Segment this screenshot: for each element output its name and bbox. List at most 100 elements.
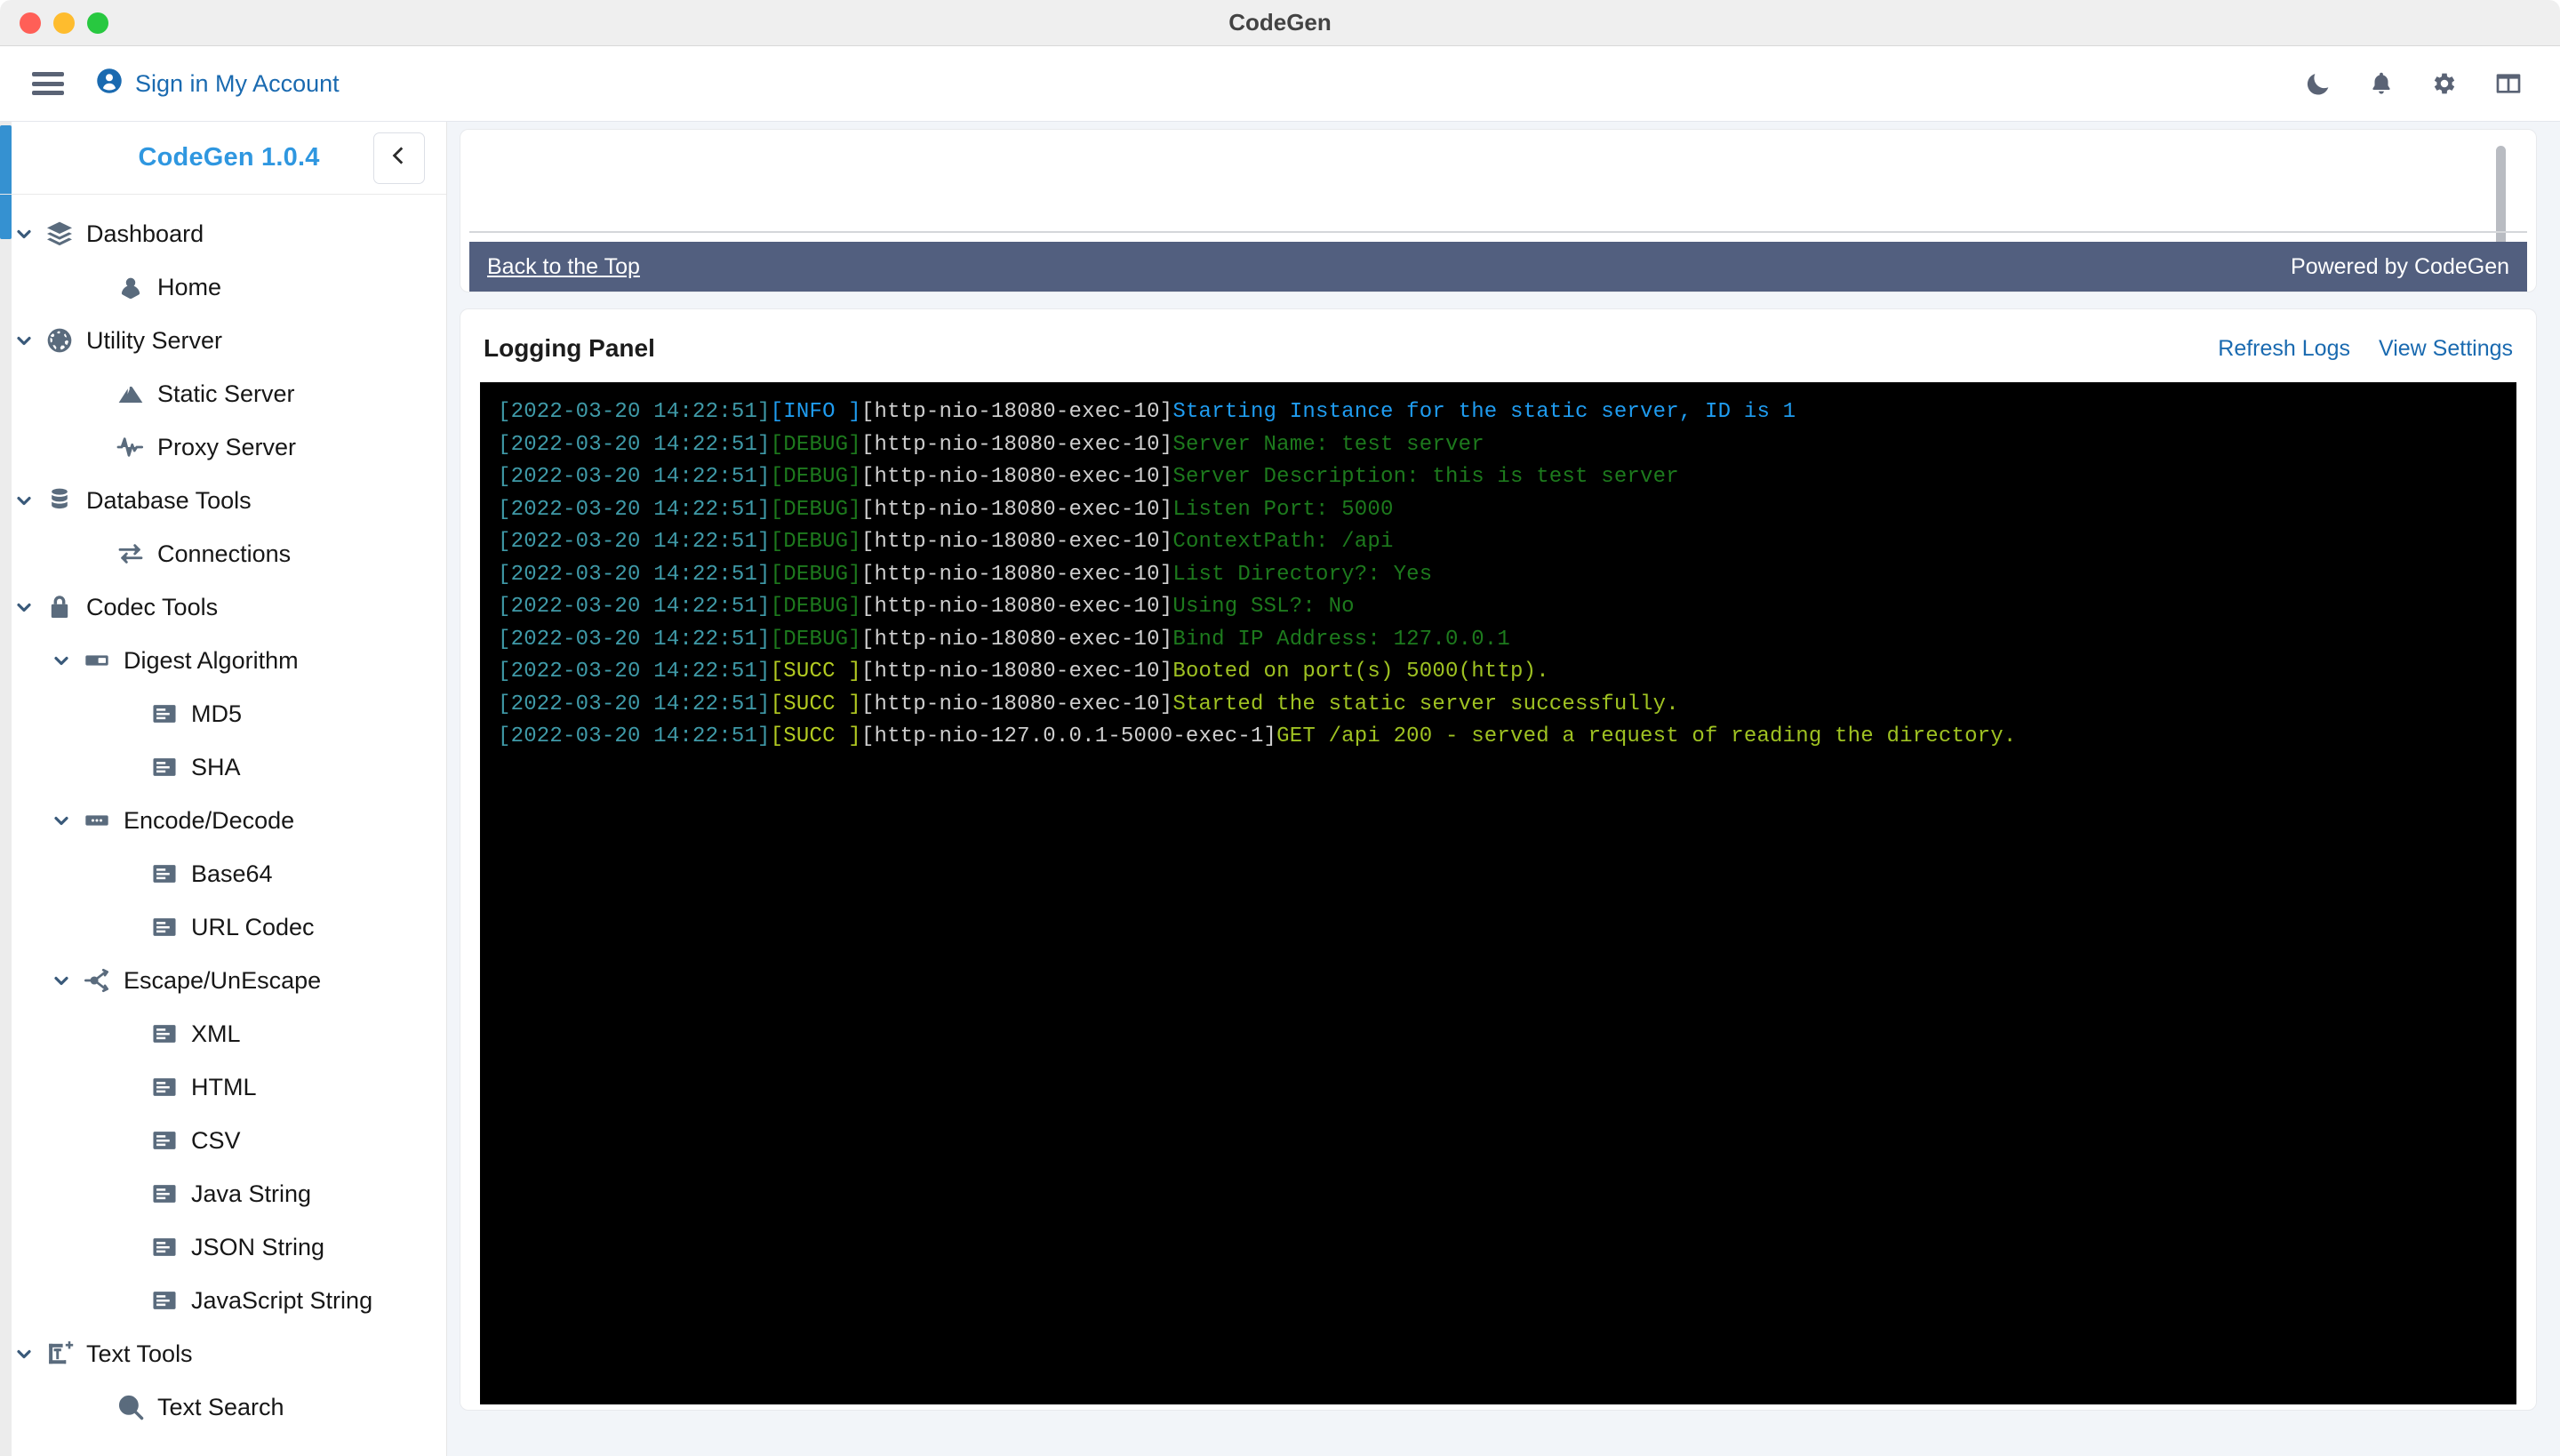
article-icon xyxy=(149,752,180,782)
sidebar-item-encode-decode[interactable]: Encode/Decode xyxy=(0,794,446,847)
ellipsis-box-icon xyxy=(82,805,112,836)
log-timestamp: [2022-03-20 14:22:51] xyxy=(498,465,771,489)
preview-card-scrollbar-thumb[interactable] xyxy=(2496,146,2506,252)
sidebar-item-escape-unescape[interactable]: Escape/UnEscape xyxy=(0,954,446,1007)
chevron-down-icon[interactable] xyxy=(11,594,37,620)
sidebar-header: CodeGen 1.0.4 xyxy=(0,122,446,195)
chevron-down-icon[interactable] xyxy=(48,647,75,674)
chevron-down-icon[interactable] xyxy=(11,220,37,247)
article-icon xyxy=(149,1072,180,1102)
sidebar-item-label: Static Server xyxy=(157,380,295,407)
app-body: CodeGen 1.0.4 Dashboard Home Utility Serve… xyxy=(0,122,2560,1456)
sidebar-item-database-tools[interactable]: Database Tools xyxy=(0,474,446,527)
caret-spacer xyxy=(82,380,108,407)
preview-footer-bar: Back to the Top Powered by CodeGen xyxy=(469,242,2527,292)
log-thread: [http-nio-18080-exec-10] xyxy=(860,497,1173,522)
sidebar-item-label: Java String xyxy=(191,1180,312,1207)
preview-card: Back to the Top Powered by CodeGen xyxy=(460,129,2537,292)
chevron-down-icon[interactable] xyxy=(11,327,37,354)
sidebar-item-connections[interactable]: Connections xyxy=(0,527,446,580)
sidebar-item-label: Base64 xyxy=(191,860,273,887)
log-timestamp: [2022-03-20 14:22:51] xyxy=(498,627,771,652)
sidebar-item-dashboard[interactable]: Dashboard xyxy=(0,207,446,260)
sidebar-item-home[interactable]: Home xyxy=(0,260,446,314)
bell-icon[interactable] xyxy=(2368,69,2395,98)
sidebar-item-proxy-server[interactable]: Proxy Server xyxy=(0,420,446,474)
sidebar-item-label: Home xyxy=(157,273,222,300)
chevron-down-icon[interactable] xyxy=(48,807,75,834)
chevron-down-icon[interactable] xyxy=(48,967,75,994)
log-timestamp: [2022-03-20 14:22:51] xyxy=(498,400,771,424)
sidebar-item-md5[interactable]: MD5 xyxy=(0,687,446,740)
sidebar-item-url-codec[interactable]: URL Codec xyxy=(0,900,446,954)
content-scrollbar[interactable] xyxy=(2548,122,2560,1456)
log-timestamp: [2022-03-20 14:22:51] xyxy=(498,432,771,457)
sidebar-item-json-string[interactable]: JSON String xyxy=(0,1220,446,1274)
navbar-icon-group xyxy=(2304,69,2523,98)
log-level: [DEBUG] xyxy=(770,627,861,652)
log-line: [2022-03-20 14:22:51][DEBUG][http-nio-18… xyxy=(498,591,2516,624)
log-timestamp: [2022-03-20 14:22:51] xyxy=(498,497,771,522)
sidebar-item-utility-server[interactable]: Utility Server xyxy=(0,314,446,367)
sidebar-item-text-search[interactable]: Text Search xyxy=(0,1380,446,1434)
database-icon xyxy=(44,485,75,516)
sign-in-account-link[interactable]: Sign in My Account xyxy=(96,68,340,100)
back-to-top-link[interactable]: Back to the Top xyxy=(487,254,640,280)
sidebar-item-label: Encode/Decode xyxy=(124,806,295,834)
sidebar-item-base64[interactable]: Base64 xyxy=(0,847,446,900)
log-level: [SUCC ] xyxy=(770,692,861,716)
log-timestamp: [2022-03-20 14:22:51] xyxy=(498,692,771,716)
sidebar-item-xml[interactable]: XML xyxy=(0,1007,446,1060)
window-titlebar: CodeGen xyxy=(0,0,2560,46)
hamburger-icon[interactable] xyxy=(32,72,64,95)
sidebar-collapse-button[interactable] xyxy=(373,132,425,184)
log-timestamp: [2022-03-20 14:22:51] xyxy=(498,724,771,748)
sidebar-item-text-tools[interactable]: Text Tools xyxy=(0,1327,446,1380)
log-timestamp: [2022-03-20 14:22:51] xyxy=(498,595,771,619)
chevron-down-icon[interactable] xyxy=(11,1340,37,1367)
log-message: GET /api 200 - served a request of readi… xyxy=(1276,724,2017,748)
caret-spacer xyxy=(116,1020,142,1047)
log-line: [2022-03-20 14:22:51][SUCC ][http-nio-18… xyxy=(498,689,2516,722)
sidebar-item-csv[interactable]: CSV xyxy=(0,1114,446,1167)
minimize-window-button[interactable] xyxy=(53,12,75,34)
preview-divider xyxy=(469,231,2527,233)
sidebar-item-label: URL Codec xyxy=(191,913,315,940)
location-icon xyxy=(116,272,146,302)
sidebar-item-digest-algorithm[interactable]: Digest Algorithm xyxy=(0,634,446,687)
article-icon xyxy=(149,1125,180,1156)
close-window-button[interactable] xyxy=(20,12,41,34)
moon-icon[interactable] xyxy=(2304,69,2332,98)
log-console[interactable]: [2022-03-20 14:22:51][INFO ][http-nio-18… xyxy=(480,382,2516,1404)
log-timestamp: [2022-03-20 14:22:51] xyxy=(498,562,771,587)
sidebar-item-static-server[interactable]: Static Server xyxy=(0,367,446,420)
log-message: Server Name: test server xyxy=(1172,432,1484,457)
sidebar-item-sha[interactable]: SHA xyxy=(0,740,446,794)
log-level: [DEBUG] xyxy=(770,432,861,457)
user-circle-icon xyxy=(96,68,123,100)
log-thread: [http-nio-18080-exec-10] xyxy=(860,595,1173,619)
caret-spacer xyxy=(82,274,108,300)
log-timestamp: [2022-03-20 14:22:51] xyxy=(498,660,771,684)
view-settings-link[interactable]: View Settings xyxy=(2379,336,2513,362)
article-icon xyxy=(149,1285,180,1316)
sidebar-item-java-string[interactable]: Java String xyxy=(0,1167,446,1220)
article-icon xyxy=(149,859,180,889)
text-search-icon xyxy=(116,1392,146,1422)
pulse-icon xyxy=(116,432,146,462)
sidebar: CodeGen 1.0.4 Dashboard Home Utility Serve… xyxy=(0,122,447,1456)
gear-icon[interactable] xyxy=(2430,69,2459,98)
sidebar-item-html[interactable]: HTML xyxy=(0,1060,446,1114)
sidebar-scrollbar[interactable] xyxy=(0,122,12,1456)
sidebar-item-codec-tools[interactable]: Codec Tools xyxy=(0,580,446,634)
log-message: Started the static server successfully. xyxy=(1172,692,1679,716)
maximize-window-button[interactable] xyxy=(87,12,108,34)
refresh-logs-link[interactable]: Refresh Logs xyxy=(2218,336,2350,362)
sidebar-item-label: MD5 xyxy=(191,700,243,727)
chevron-down-icon[interactable] xyxy=(11,487,37,514)
layout-icon[interactable] xyxy=(2494,69,2523,98)
caret-spacer xyxy=(116,1127,142,1154)
article-icon xyxy=(149,912,180,942)
log-message: List Directory?: Yes xyxy=(1172,562,1433,587)
sidebar-item-javascript-string[interactable]: JavaScript String xyxy=(0,1274,446,1327)
